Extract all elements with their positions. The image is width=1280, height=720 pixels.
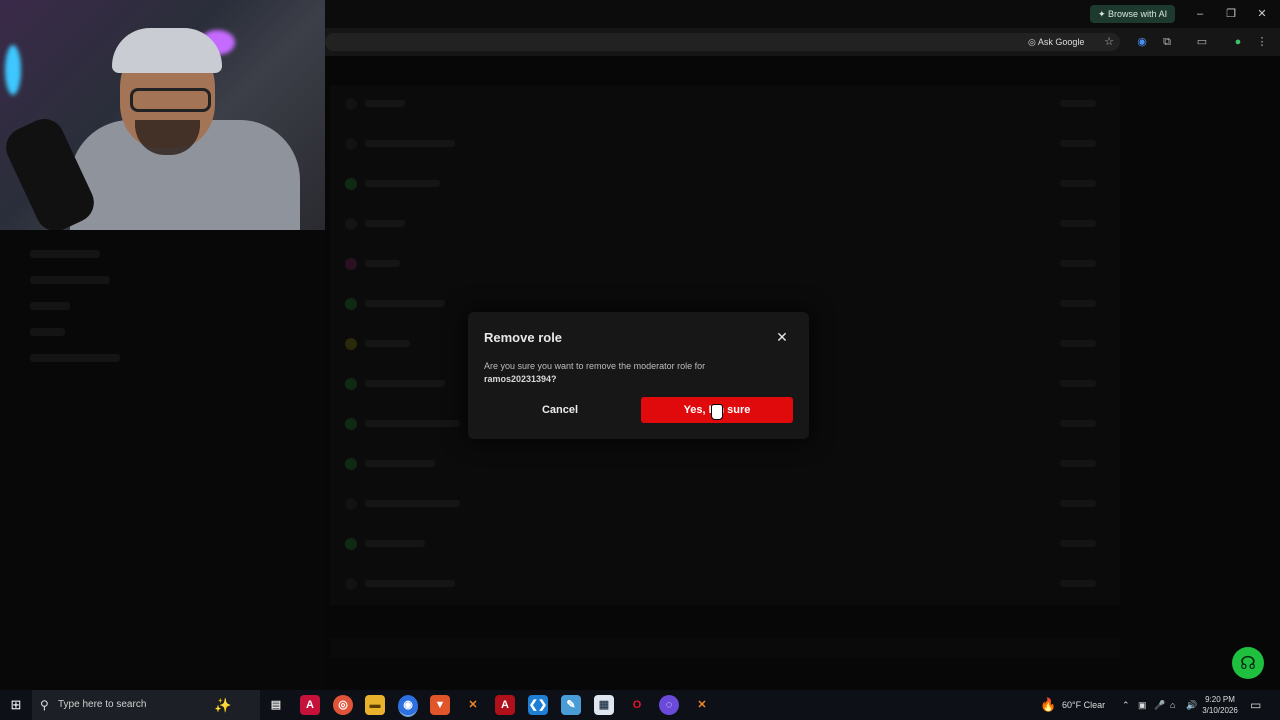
hand-cursor-icon bbox=[711, 404, 723, 420]
list-item bbox=[340, 254, 1110, 274]
brave-icon[interactable]: ▼ bbox=[430, 695, 450, 715]
file-explorer-icon[interactable]: ▬ bbox=[365, 695, 385, 715]
task-view-icon[interactable]: ▤ bbox=[266, 695, 286, 715]
sidebar-item bbox=[30, 250, 100, 258]
app-x2-icon[interactable]: ✕ bbox=[692, 695, 712, 715]
app-doc-icon[interactable]: ▦ bbox=[594, 695, 614, 715]
dialog-message: Are you sure you want to remove the mode… bbox=[484, 360, 764, 386]
clock-time: 9:20 PM bbox=[1205, 695, 1235, 704]
volume-icon[interactable]: 🔊 bbox=[1186, 690, 1197, 720]
dialog-title: Remove role bbox=[484, 330, 563, 345]
weather-text[interactable]: 60°F Clear bbox=[1062, 690, 1105, 720]
bookmark-star-icon[interactable]: ☆ bbox=[1101, 34, 1117, 50]
menu-dots-icon[interactable]: ⋮ bbox=[1254, 34, 1270, 50]
person-cap bbox=[112, 28, 222, 73]
app-x-icon[interactable]: ✕ bbox=[463, 695, 483, 715]
list-item bbox=[340, 214, 1110, 234]
weather-icon[interactable]: 🔥 bbox=[1040, 690, 1056, 720]
list-item bbox=[340, 494, 1110, 514]
person-glasses bbox=[130, 88, 211, 112]
profile-icon[interactable]: ● bbox=[1230, 34, 1246, 50]
sidebar-item bbox=[30, 276, 110, 284]
taskbar-clock[interactable]: 9:20 PM 3/10/2026 bbox=[1198, 694, 1242, 716]
list-item bbox=[340, 454, 1110, 474]
list-item bbox=[340, 174, 1110, 194]
cancel-button[interactable]: Cancel bbox=[484, 397, 636, 423]
remove-role-dialog: Remove role ✕ Are you sure you want to r… bbox=[468, 312, 809, 439]
app-a-icon[interactable]: A bbox=[300, 695, 320, 715]
notification-icon[interactable]: ▭ bbox=[1250, 690, 1261, 720]
windows-taskbar: ⊞ ⚲ Type here to search ✨ ▤ A ◎ ▬ ◉ ▼ ✕ … bbox=[0, 690, 1280, 720]
windows-start-icon[interactable]: ⊞ bbox=[0, 690, 32, 720]
copilot-sparkle-icon: ✨ bbox=[214, 697, 232, 713]
list-item bbox=[340, 574, 1110, 594]
list-item bbox=[340, 534, 1110, 554]
dialog-message-text: Are you sure you want to remove the mode… bbox=[484, 361, 706, 371]
app-chat-icon[interactable]: ◌ bbox=[659, 695, 679, 715]
list-item bbox=[340, 94, 1110, 114]
list-footer-dimmed bbox=[330, 638, 1120, 658]
list-item bbox=[340, 294, 1110, 314]
ask-google-label: Ask Google bbox=[1037, 37, 1085, 47]
dialog-username: ramos20231394? bbox=[484, 374, 557, 384]
microphone-icon[interactable]: 🎤 bbox=[1154, 690, 1165, 720]
sidebar-dimmed bbox=[0, 230, 325, 690]
address-bar[interactable] bbox=[325, 33, 1120, 51]
close-window-icon[interactable]: ✕ bbox=[1252, 5, 1272, 23]
app-pen-icon[interactable]: ✎ bbox=[561, 695, 581, 715]
search-icon: ⚲ bbox=[40, 698, 49, 712]
app-a2-icon[interactable]: A bbox=[495, 695, 515, 715]
list-item bbox=[340, 134, 1110, 154]
clock-date: 3/10/2026 bbox=[1202, 706, 1238, 715]
opera-icon[interactable]: O bbox=[627, 695, 647, 715]
minimize-icon[interactable]: – bbox=[1190, 5, 1210, 23]
chrome-icon[interactable]: ◉ bbox=[398, 695, 418, 717]
browse-with-ai-label: Browse with AI bbox=[1108, 9, 1168, 19]
restore-icon[interactable]: ❐ bbox=[1221, 5, 1241, 23]
neon-light bbox=[5, 45, 21, 95]
taskbar-search[interactable]: ⚲ Type here to search ✨ bbox=[32, 690, 260, 720]
tray-app-icon[interactable]: ▣ bbox=[1138, 690, 1147, 720]
sidebar-item bbox=[30, 328, 65, 336]
search-placeholder: Type here to search bbox=[58, 699, 147, 710]
side-panel-icon[interactable]: ▭ bbox=[1194, 34, 1210, 50]
browse-with-ai-button[interactable]: ✦ Browse with AI bbox=[1090, 5, 1176, 23]
network-icon[interactable]: ⌂ bbox=[1170, 690, 1175, 720]
extension-icon[interactable]: ◉ bbox=[1134, 34, 1150, 50]
tray-chevron-icon[interactable]: ⌃ bbox=[1122, 690, 1130, 720]
app-circle-icon[interactable]: ◎ bbox=[333, 695, 353, 715]
puzzle-icon[interactable]: ⧉ bbox=[1159, 34, 1175, 50]
headset-icon[interactable]: ☊ bbox=[1232, 647, 1264, 679]
vscode-icon[interactable]: ❮❯ bbox=[528, 695, 548, 715]
ask-google-button[interactable]: ◎ Ask Google bbox=[1028, 34, 1084, 50]
sidebar-item bbox=[30, 302, 70, 310]
sidebar-item bbox=[30, 354, 120, 362]
webcam-overlay bbox=[0, 0, 325, 230]
close-icon[interactable]: ✕ bbox=[774, 329, 790, 345]
